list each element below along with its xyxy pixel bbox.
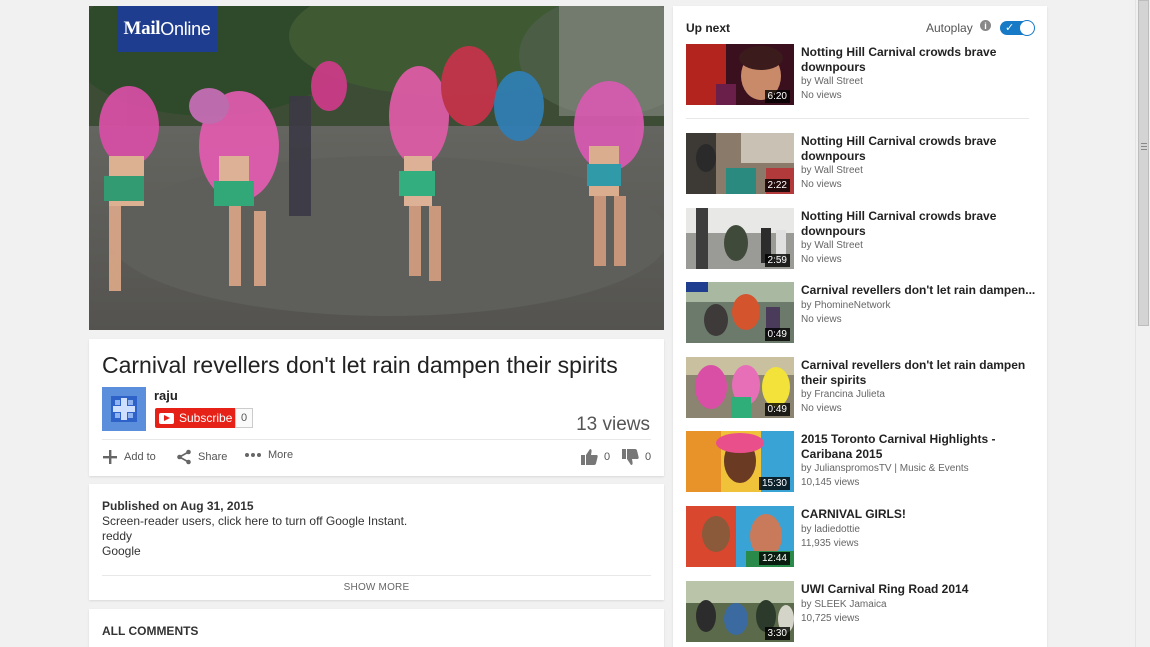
subscribe-button[interactable]: Subscribe — [155, 408, 239, 428]
description-card: Published on Aug 31, 2015 Screen-reader … — [89, 484, 664, 600]
up-next-sidebar: Up next Autoplay i ✓ 6:20 Notting Hill C… — [673, 6, 1047, 647]
up-next-video[interactable]: 0:49 Carnival revellers don't let rain d… — [686, 357, 1036, 419]
checkmark-icon: ✓ — [1005, 22, 1015, 34]
ellipsis-icon — [245, 453, 261, 457]
share-label: Share — [198, 451, 228, 463]
up-next-video[interactable]: 0:49 Carnival revellers don't let rain d… — [686, 282, 1036, 344]
video-channel: by Wall Street — [801, 76, 863, 87]
autoplay-label: Autoplay — [926, 21, 973, 35]
like-button[interactable]: 0 — [581, 449, 610, 465]
like-count: 0 — [604, 451, 611, 463]
video-duration: 0:49 — [764, 328, 790, 341]
video-channel: by Wall Street — [801, 240, 863, 251]
video-thumbnail[interactable]: 0:49 — [686, 282, 794, 343]
video-title[interactable]: Notting Hill Carnival crowds brave downp… — [801, 209, 1036, 238]
video-title[interactable]: 2015 Toronto Carnival Highlights - Carib… — [801, 432, 1036, 461]
video-channel: by PhomineNetwork — [801, 300, 891, 311]
up-next-video[interactable]: 12:44 CARNIVAL GIRLS! by ladiedottie 11,… — [686, 506, 1036, 568]
video-player[interactable]: Mail Online — [89, 6, 664, 330]
video-channel: by Francina Julieta — [801, 389, 885, 400]
subscribe-label: Subscribe — [179, 411, 233, 425]
video-title[interactable]: Notting Hill Carnival crowds brave downp… — [801, 45, 1036, 74]
youtube-play-icon — [159, 412, 174, 424]
video-thumbnail[interactable]: 12:44 — [686, 506, 794, 567]
thumbs-down-icon — [622, 449, 639, 465]
video-views: 11,935 views — [801, 538, 859, 549]
plus-icon — [103, 450, 117, 464]
up-next-divider — [686, 118, 1029, 119]
video-thumbnail[interactable]: 3:30 — [686, 581, 794, 642]
video-views: No views — [801, 254, 842, 265]
video-thumbnail[interactable]: 2:59 — [686, 208, 794, 269]
video-channel: by ladiedottie — [801, 524, 860, 535]
subscriber-count: 0 — [235, 408, 254, 428]
up-next-heading: Up next — [686, 21, 731, 35]
share-button[interactable]: Share — [176, 449, 227, 465]
show-more-button[interactable]: SHOW MORE — [89, 582, 664, 593]
video-thumbnail[interactable]: 15:30 — [686, 431, 794, 492]
page-scrollbar[interactable] — [1135, 0, 1150, 647]
channel-avatar[interactable] — [102, 387, 146, 431]
more-label: More — [268, 449, 294, 461]
video-title[interactable]: Notting Hill Carnival crowds brave downp… — [801, 134, 1036, 163]
dislike-button[interactable]: 0 — [622, 449, 651, 465]
video-title[interactable]: UWI Carnival Ring Road 2014 — [801, 582, 1036, 597]
video-title[interactable]: Carnival revellers don't let rain dampen… — [801, 283, 1036, 298]
description-divider — [102, 575, 651, 576]
video-channel: by SLEEK Jamaica — [801, 599, 887, 610]
channel-name[interactable]: raju — [154, 388, 178, 403]
grip-icon — [1141, 143, 1147, 152]
video-thumbnail[interactable]: 0:49 — [686, 357, 794, 418]
video-title: Carnival revellers don't let rain dampen… — [102, 352, 618, 378]
video-views: 10,725 views — [801, 613, 860, 624]
avatar-pattern-icon — [111, 396, 137, 422]
video-views: No views — [801, 90, 842, 101]
video-views: No views — [801, 314, 842, 325]
description-line: Screen-reader users, click here to turn … — [102, 514, 408, 528]
video-views: No views — [801, 403, 842, 414]
video-duration: 12:44 — [758, 552, 790, 565]
mailonline-logo: Mail Online — [117, 6, 217, 52]
toggle-knob — [1019, 20, 1035, 36]
video-channel: by JulianspromosTV | Music & Events — [801, 463, 969, 474]
add-to-label: Add to — [124, 451, 156, 463]
video-channel: by Wall Street — [801, 165, 863, 176]
share-icon — [177, 449, 191, 465]
info-icon[interactable]: i — [980, 20, 991, 31]
up-next-video[interactable]: 15:30 2015 Toronto Carnival Highlights -… — [686, 431, 1036, 493]
info-divider — [102, 439, 651, 440]
video-thumbnail[interactable]: 2:22 — [686, 133, 794, 194]
scrollbar-thumb[interactable] — [1138, 0, 1149, 326]
add-to-button[interactable]: Add to — [102, 449, 156, 465]
video-duration: 2:59 — [764, 254, 790, 267]
video-title[interactable]: Carnival revellers don't let rain dampen… — [801, 358, 1036, 387]
up-next-video[interactable]: 3:30 UWI Carnival Ring Road 2014 by SLEE… — [686, 581, 1036, 643]
all-comments-heading: ALL COMMENTS — [102, 624, 199, 638]
video-duration: 0:49 — [764, 403, 790, 416]
video-duration: 2:22 — [764, 179, 790, 192]
video-title[interactable]: CARNIVAL GIRLS! — [801, 507, 1036, 522]
video-duration: 6:20 — [764, 90, 790, 103]
video-views: No views — [801, 179, 842, 190]
video-duration: 15:30 — [758, 477, 790, 490]
autoplay-toggle[interactable]: ✓ — [1000, 20, 1035, 36]
comments-card: ALL COMMENTS — [89, 609, 664, 647]
video-views: 10,145 views — [801, 477, 860, 488]
published-date: Published on Aug 31, 2015 — [102, 499, 254, 513]
view-count: 13 views — [576, 414, 650, 435]
video-thumbnail[interactable]: 6:20 — [686, 44, 794, 105]
description-line: Google — [102, 544, 141, 558]
thumbs-up-icon — [581, 449, 598, 465]
video-duration: 3:30 — [764, 627, 790, 640]
description-line: reddy — [102, 529, 133, 543]
video-frame — [89, 6, 664, 330]
up-next-video[interactable]: 2:59 Notting Hill Carnival crowds brave … — [686, 208, 1036, 270]
up-next-video[interactable]: 6:20 Notting Hill Carnival crowds brave … — [686, 44, 1036, 106]
up-next-video[interactable]: 2:22 Notting Hill Carnival crowds brave … — [686, 133, 1036, 195]
video-info-card: Carnival revellers don't let rain dampen… — [89, 339, 664, 476]
more-button[interactable]: More — [244, 449, 293, 461]
dislike-count: 0 — [645, 451, 652, 463]
